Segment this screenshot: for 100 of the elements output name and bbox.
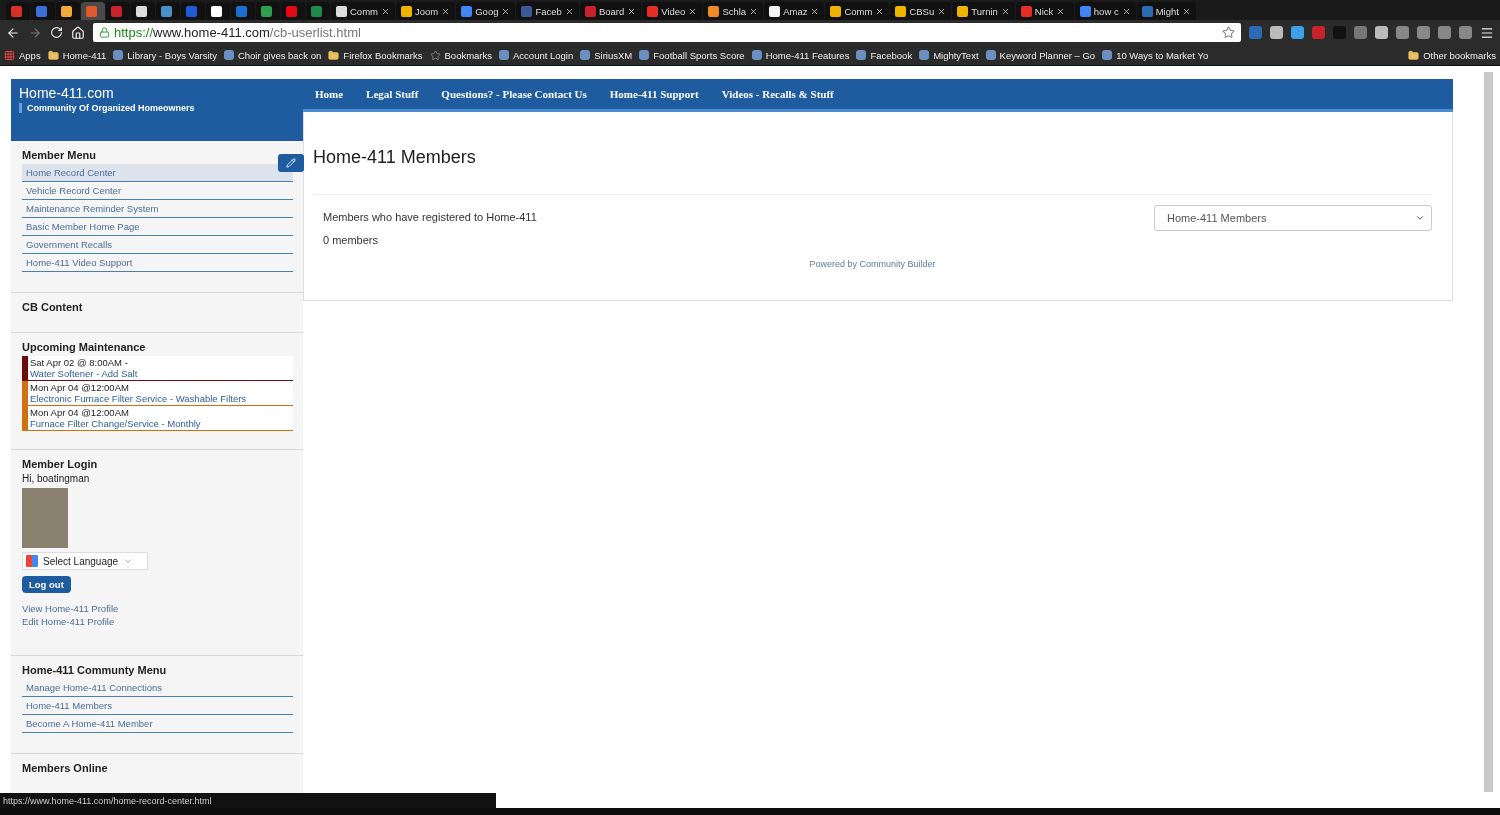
menu-item[interactable]: Vehicle Record Center: [22, 182, 293, 200]
menu-item[interactable]: Home-411 Video Support: [22, 254, 293, 272]
menu-item[interactable]: Home Record Center: [22, 164, 293, 182]
bookmark-link[interactable]: Home-411 Features: [751, 49, 850, 61]
nav-link[interactable]: Legal Stuff: [366, 88, 419, 100]
close-icon[interactable]: [749, 6, 759, 16]
reload-icon[interactable]: [50, 26, 63, 39]
extension-icon[interactable]: [1291, 26, 1304, 39]
browser-tab[interactable]: Comm: [825, 2, 890, 20]
bookmark-link[interactable]: Firefox Bookmarks: [328, 49, 423, 61]
event-time: Mon Apr 04 @12:00AM: [30, 407, 130, 418]
menu-item[interactable]: Basic Member Home Page: [22, 218, 293, 236]
scrollbar[interactable]: [1484, 72, 1493, 792]
close-icon[interactable]: [441, 6, 451, 16]
browser-tab[interactable]: Goog: [456, 2, 516, 20]
browser-tab[interactable]: how c: [1074, 2, 1136, 20]
close-icon[interactable]: [1000, 6, 1010, 16]
greeting-text: Hi, boatingman: [22, 473, 91, 484]
bookmark-link[interactable]: Other bookmarks: [1408, 49, 1496, 61]
bookmark-link[interactable]: Keyword Planner – Go: [985, 49, 1096, 61]
extension-icon[interactable]: [1396, 26, 1409, 39]
logout-button[interactable]: Log out: [22, 576, 71, 593]
bookmark-link[interactable]: Library - Boys Varsity: [113, 49, 217, 61]
favicon-icon: [856, 50, 867, 60]
browser-tab[interactable]: Nick: [1015, 2, 1074, 20]
browser-tab[interactable]: Comm: [331, 2, 395, 20]
bookmark-star-icon[interactable]: [1222, 26, 1235, 39]
close-icon[interactable]: [688, 6, 698, 16]
favicon-icon: [223, 50, 234, 60]
menu-item[interactable]: Home-411 Members: [22, 697, 293, 715]
bookmark-link[interactable]: Football Sports Score: [639, 49, 745, 61]
browser-tab[interactable]: [56, 2, 80, 20]
bookmark-link[interactable]: Choir gives back on: [223, 49, 322, 61]
home-icon[interactable]: [71, 25, 85, 40]
extension-icon[interactable]: [1459, 26, 1472, 39]
close-icon[interactable]: [1181, 6, 1191, 16]
nav-link[interactable]: Questions? - Please Contact Us: [441, 88, 587, 100]
browser-tab[interactable]: Board: [579, 2, 642, 20]
forward-icon[interactable]: [28, 25, 42, 40]
browser-tab[interactable]: Schla: [703, 2, 764, 20]
browser-tab[interactable]: Turnin: [952, 2, 1015, 20]
menu-item[interactable]: Government Recalls: [22, 236, 293, 254]
list-select[interactable]: Home-411 Members: [1154, 205, 1432, 231]
bookmark-link[interactable]: Bookmarks: [429, 49, 493, 61]
extension-icon[interactable]: [1270, 26, 1283, 39]
menu-item[interactable]: Maintenance Reminder System: [22, 200, 293, 218]
bookmark-link[interactable]: Account Login: [499, 49, 574, 61]
browser-tab[interactable]: Video: [642, 2, 703, 20]
event-link[interactable]: Furnace Filter Change/Service - Monthly: [30, 418, 291, 429]
bookmark-link[interactable]: Home-411: [47, 49, 107, 61]
close-icon[interactable]: [381, 6, 390, 16]
module-title: Member Login: [22, 458, 99, 470]
close-icon[interactable]: [1121, 6, 1131, 16]
close-icon[interactable]: [937, 6, 947, 16]
browser-tab[interactable]: [206, 2, 230, 20]
bookmark-link[interactable]: Facebook: [856, 49, 913, 61]
close-icon[interactable]: [875, 6, 885, 16]
close-icon[interactable]: [1056, 6, 1066, 16]
back-icon[interactable]: [6, 25, 20, 40]
extension-icon[interactable]: [1417, 26, 1430, 39]
bookmark-link[interactable]: 10 Ways to Market Yo: [1102, 49, 1209, 61]
powered-by-link[interactable]: Powered by Community Builder: [809, 259, 936, 269]
browser-tab[interactable]: Amaz: [764, 2, 825, 20]
favicon-icon: [919, 50, 930, 60]
extension-icon[interactable]: [1375, 26, 1388, 39]
module-title: CB Content: [22, 301, 84, 313]
folder-icon: [1408, 49, 1420, 61]
browser-tab[interactable]: CBSu: [890, 2, 952, 20]
page-title: Home-411 Members: [313, 147, 1432, 195]
browser-tab[interactable]: Might: [1136, 2, 1196, 20]
module-title: Members Online: [22, 762, 109, 774]
nav-link[interactable]: Home-411 Support: [609, 88, 699, 100]
language-select[interactable]: Select Language: [22, 552, 148, 570]
nav-link[interactable]: Home: [315, 88, 344, 100]
browser-tab[interactable]: [131, 2, 155, 20]
bookmark-link[interactable]: SiriusXM: [580, 49, 633, 61]
close-icon[interactable]: [810, 6, 820, 16]
pencil-icon: [286, 158, 296, 168]
site-brand[interactable]: Home-411.com: [19, 85, 295, 101]
list-description: Members who have registered to Home-411: [323, 211, 537, 223]
menu-item[interactable]: Manage Home-411 Connections: [22, 679, 293, 697]
extension-icon[interactable]: [1438, 26, 1451, 39]
address-bar[interactable]: https://www.home-411.com/cb-userlist.html: [93, 23, 1241, 42]
profile-link[interactable]: View Home-411 Profile: [22, 603, 293, 614]
photo-placeholder: [22, 488, 68, 548]
close-icon[interactable]: [627, 6, 637, 16]
close-icon[interactable]: [501, 6, 511, 16]
menu-item[interactable]: Become A Home-411 Member: [22, 715, 293, 733]
bookmark-link[interactable]: Apps: [4, 49, 41, 61]
event-link[interactable]: Water Softener - Add Salt: [30, 368, 291, 379]
browser-tab[interactable]: Joom: [396, 2, 456, 20]
nav-link[interactable]: Videos - Recalls & Stuff: [721, 88, 834, 100]
favicon-icon: [985, 50, 996, 60]
edit-button[interactable]: [278, 154, 304, 172]
profile-link[interactable]: Edit Home-411 Profile: [22, 616, 293, 627]
bookmark-link[interactable]: MightyText: [919, 49, 979, 61]
event-link[interactable]: Electronic Furnace Filter Service - Washable Filters: [30, 393, 291, 404]
menu-icon[interactable]: [1480, 25, 1494, 40]
browser-tab[interactable]: Faceb: [516, 2, 579, 20]
close-icon[interactable]: [564, 6, 574, 16]
